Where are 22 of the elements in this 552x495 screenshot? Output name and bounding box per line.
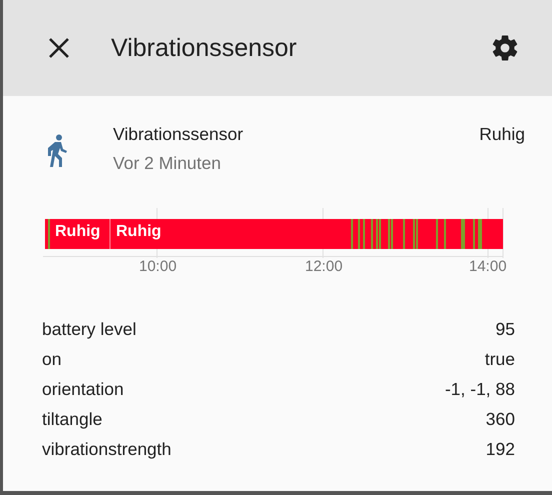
segment-label: Ruhig — [116, 223, 162, 241]
attribute-name: vibrationstrength — [42, 438, 172, 460]
entity-state: Ruhig — [479, 124, 525, 145]
attribute-name: tiltangle — [42, 408, 102, 430]
attribute-name: battery level — [42, 318, 136, 340]
last-changed-text: Vor 2 Minuten — [113, 153, 222, 174]
attribute-value: 192 — [486, 438, 515, 460]
attribute-value: -1, -1, 88 — [444, 378, 515, 400]
walking-person-icon — [45, 134, 69, 168]
entity-name: Vibrationssensor — [113, 124, 244, 145]
attribute-name: on — [42, 348, 62, 370]
attribute-value: true — [484, 348, 515, 370]
axis-tick-label: 10:00 — [139, 258, 177, 275]
dialog-title: Vibrationssensor — [111, 34, 298, 62]
attribute-name: orientation — [42, 378, 124, 400]
axis-tick-label: 12:00 — [305, 258, 343, 275]
close-icon — [48, 37, 70, 59]
settings-icon — [490, 33, 520, 63]
attribute-value: 95 — [496, 318, 515, 340]
attribute-value: 360 — [486, 408, 515, 430]
axis-tick-label: 14:00 — [469, 258, 507, 275]
segment-label: Ruhig — [55, 223, 100, 241]
